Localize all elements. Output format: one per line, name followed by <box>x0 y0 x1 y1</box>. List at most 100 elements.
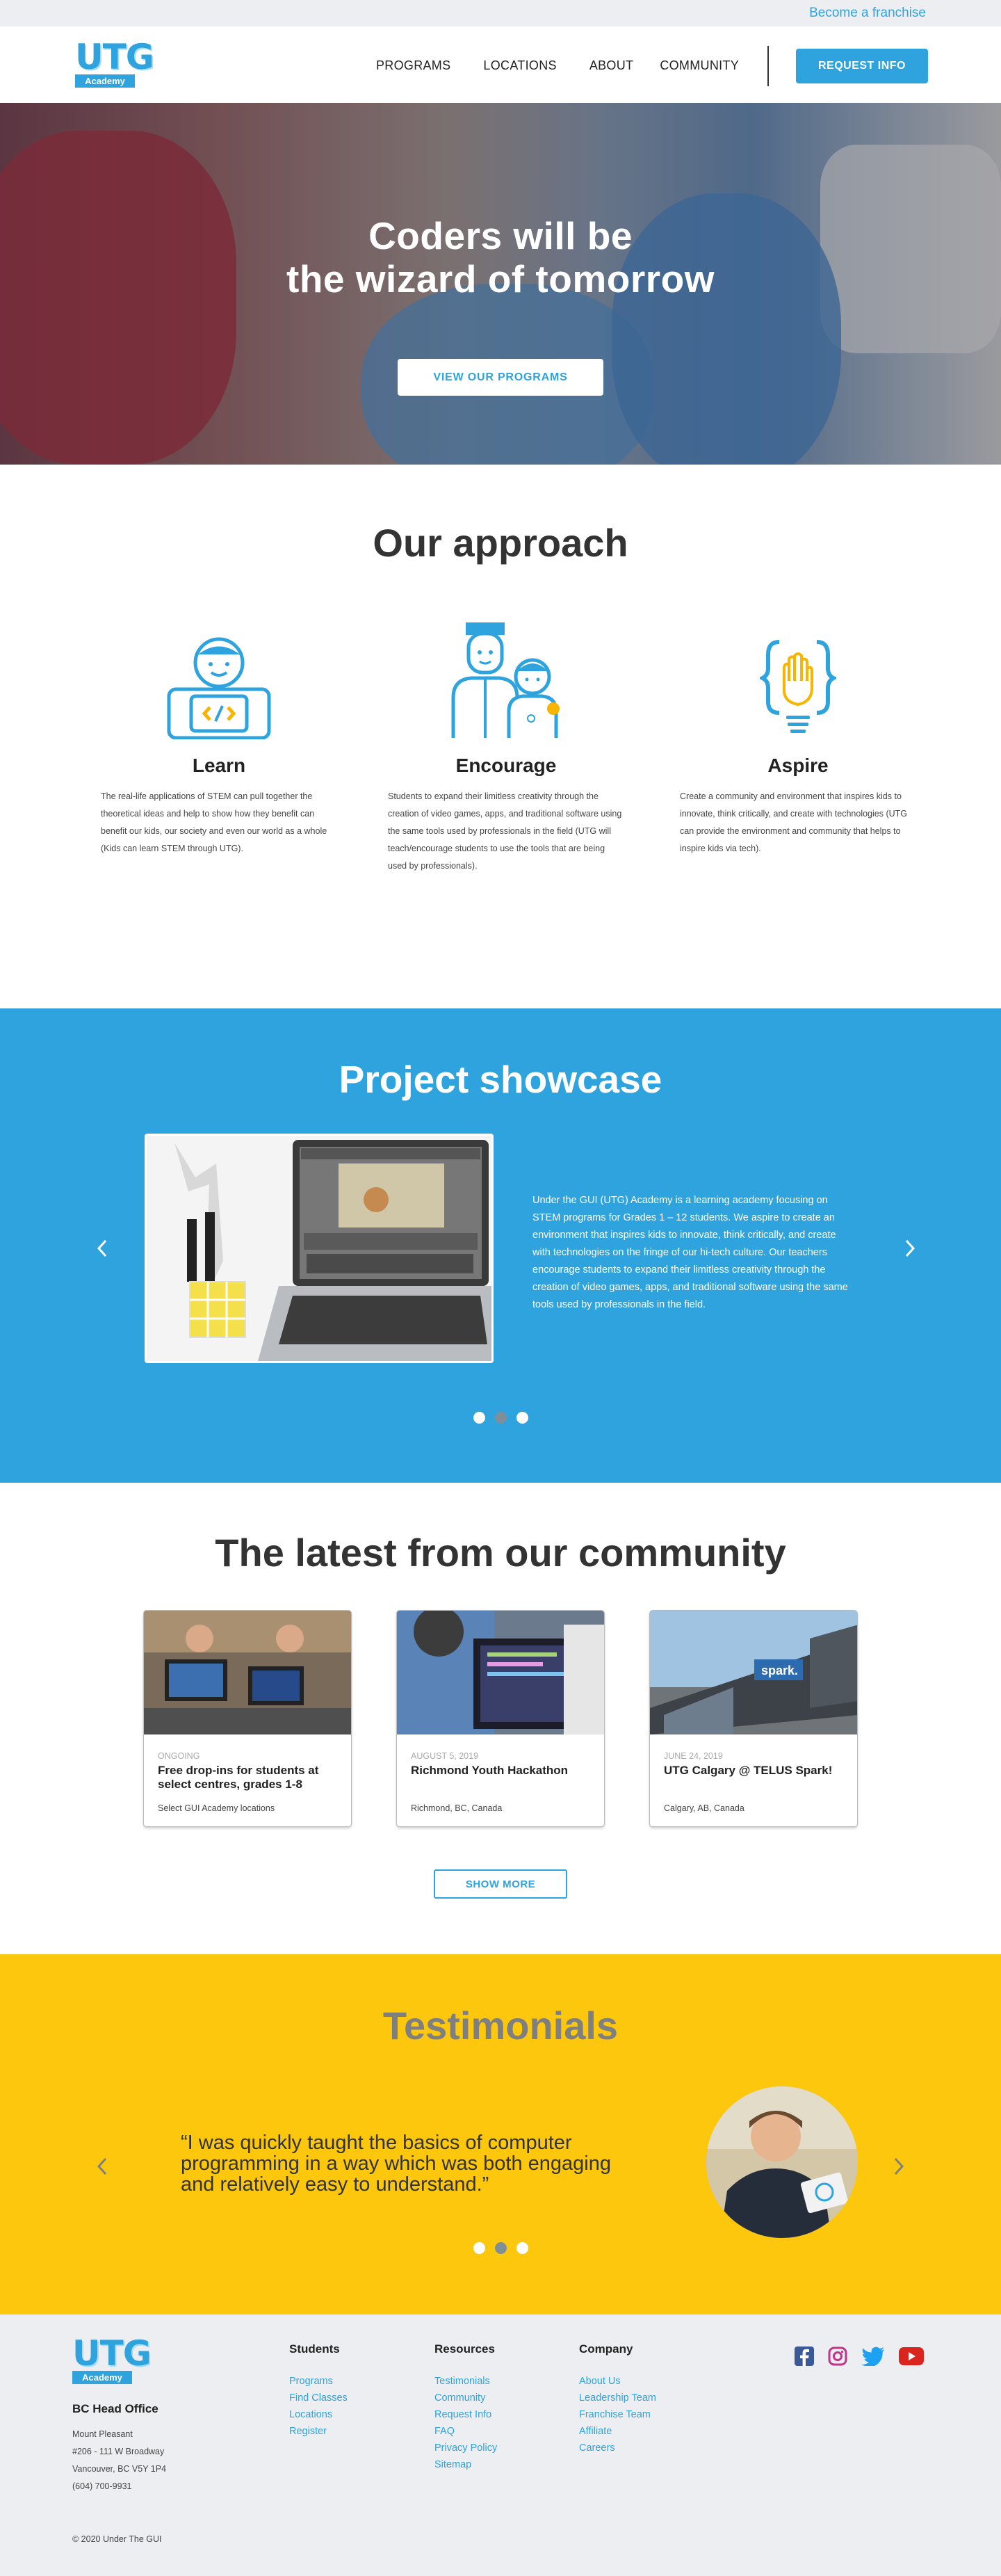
community-card[interactable]: spark. JUNE 24, 2019 UTG Calgary @ TELUS… <box>649 1610 858 1827</box>
footer-link-sitemap[interactable]: Sitemap <box>434 2456 497 2473</box>
footer-link-affiliate[interactable]: Affiliate <box>579 2423 656 2440</box>
card-meta: ONGOING <box>158 1751 200 1761</box>
office-title: BC Head Office <box>72 2402 158 2415</box>
approach-section: Our approach Learn The real-life applica… <box>0 465 1001 1008</box>
project-showcase-section: Project showcase Under the GUI (UTG) Aca… <box>0 1008 1001 1483</box>
nav-community[interactable]: COMMUNITY <box>660 58 739 73</box>
main-nav: PROGRAMS LOCATIONS ABOUT COMMUNITY <box>376 58 772 73</box>
footer-col-resources: Resources Testimonials Community Request… <box>434 2342 497 2473</box>
showcase-image <box>145 1134 494 1363</box>
office-address: Mount Pleasant #206 - 111 W Broadway Van… <box>72 2429 167 2491</box>
testimonials-title: Testimonials <box>382 2004 619 2047</box>
request-info-button[interactable]: REQUEST INFO <box>796 49 928 83</box>
footer-link-leadership-team[interactable]: Leadership Team <box>579 2390 656 2406</box>
showcase-description: Under the GUI (UTG) Academy is a learnin… <box>532 1195 848 1310</box>
approach-aspire-text: Create a community and environment that … <box>680 791 908 853</box>
testimonials-next-arrow[interactable] <box>888 2156 909 2177</box>
view-programs-button[interactable]: VIEW OUR PROGRAMS <box>398 359 603 396</box>
showcase-next-arrow[interactable] <box>900 1238 920 1259</box>
showcase-dot-3[interactable] <box>516 1412 528 1424</box>
card-image-telus-spark: spark. <box>650 1611 857 1734</box>
testimonials-section: Testimonials “I was quickly taught the b… <box>0 1954 1001 2315</box>
bulb-braces-icon <box>680 621 916 739</box>
hero-title: Coders will be the wizard of tomorrow <box>286 214 715 300</box>
card-location: Select GUI Academy locations <box>158 1803 275 1813</box>
community-section: The latest from our community ONGOING Fr… <box>0 1483 1001 1954</box>
card-meta: AUGUST 5, 2019 <box>411 1751 479 1761</box>
showcase-prev-arrow[interactable] <box>92 1238 113 1259</box>
footer-link-about-us[interactable]: About Us <box>579 2373 656 2390</box>
footer-link-privacy-policy[interactable]: Privacy Policy <box>434 2440 497 2456</box>
logo-text: UTG <box>75 37 154 77</box>
footer-link-testimonials[interactable]: Testimonials <box>434 2373 497 2390</box>
testimonial-dot-1[interactable] <box>473 2242 485 2254</box>
approach-encourage-text: Students to expand their limitless creat… <box>388 791 622 871</box>
approach-aspire-title: Aspire <box>767 755 829 776</box>
footer-link-franchise-team[interactable]: Franchise Team <box>579 2406 656 2423</box>
card-title: Free drop-ins for students at select cen… <box>158 1764 319 1791</box>
approach-aspire: Aspire Create a community and environmen… <box>680 621 916 858</box>
footer-logo[interactable]: UTG Academy <box>72 2333 152 2384</box>
footer-logo-text: UTG <box>72 2333 152 2374</box>
twitter-icon[interactable] <box>861 2346 885 2369</box>
showcase-dot-2[interactable] <box>494 1412 507 1424</box>
footer-link-careers[interactable]: Careers <box>579 2440 656 2456</box>
footer-col-students: Students Programs Find Classes Locations… <box>289 2342 348 2440</box>
facebook-icon[interactable] <box>795 2346 814 2369</box>
svg-text:spark.: spark. <box>761 1664 798 1677</box>
teacher-student-icon <box>388 621 624 739</box>
footer-link-faq[interactable]: FAQ <box>434 2423 497 2440</box>
site-footer: UTG Academy BC Head Office Mount Pleasan… <box>0 2315 1001 2576</box>
nav-programs[interactable]: PROGRAMS <box>376 58 450 73</box>
card-location: Richmond, BC, Canada <box>411 1803 503 1813</box>
footer-col-title: Resources <box>434 2342 495 2356</box>
testimonial-dot-2[interactable] <box>494 2242 507 2254</box>
card-image-classroom <box>144 1611 351 1734</box>
top-bar: Become a franchise <box>0 0 1001 26</box>
approach-learn: Learn The real-life applications of STEM… <box>101 621 337 858</box>
footer-link-request-info[interactable]: Request Info <box>434 2406 497 2423</box>
testimonial-dot-3[interactable] <box>516 2242 528 2254</box>
footer-col-title: Students <box>289 2342 340 2356</box>
approach-encourage-title: Encourage <box>455 755 557 776</box>
become-franchise-link[interactable]: Become a franchise <box>809 6 926 21</box>
testimonials-pagination <box>0 2242 1001 2254</box>
footer-link-community[interactable]: Community <box>434 2390 497 2406</box>
community-title: The latest from our community <box>215 1531 786 1575</box>
instagram-icon[interactable] <box>828 2346 847 2369</box>
copyright-text: © 2020 Under The GUI <box>72 2534 162 2544</box>
approach-encourage: Encourage Students to expand their limit… <box>388 621 624 875</box>
footer-link-programs[interactable]: Programs <box>289 2373 348 2390</box>
showcase-dot-1[interactable] <box>473 1412 485 1424</box>
card-location: Calgary, AB, Canada <box>664 1803 744 1813</box>
footer-link-register[interactable]: Register <box>289 2423 348 2440</box>
footer-link-find-classes[interactable]: Find Classes <box>289 2390 348 2406</box>
site-header: UTG Academy PROGRAMS LOCATIONS ABOUT COM… <box>0 26 1001 103</box>
card-image-hackathon <box>397 1611 604 1734</box>
hero-banner: Coders will be the wizard of tomorrow VI… <box>0 103 1001 465</box>
card-title: UTG Calgary @ TELUS Spark! <box>664 1764 833 1777</box>
card-title: Richmond Youth Hackathon <box>411 1764 569 1777</box>
nav-divider <box>767 46 769 86</box>
show-more-button[interactable]: SHOW MORE <box>434 1869 567 1899</box>
kid-code-icon <box>101 621 337 739</box>
utg-logo[interactable]: UTG Academy <box>75 37 154 88</box>
approach-learn-title: Learn <box>192 755 246 776</box>
showcase-title: Project showcase <box>339 1058 662 1101</box>
social-links <box>795 2346 924 2369</box>
nav-about[interactable]: ABOUT <box>589 58 634 73</box>
footer-col-title: Company <box>579 2342 633 2356</box>
community-card[interactable]: ONGOING Free drop-ins for students at se… <box>143 1610 352 1827</box>
approach-learn-text: The real-life applications of STEM can p… <box>101 791 327 853</box>
card-meta: JUNE 24, 2019 <box>664 1751 723 1761</box>
testimonials-prev-arrow[interactable] <box>92 2156 113 2177</box>
youtube-icon[interactable] <box>899 2347 924 2369</box>
nav-locations[interactable]: LOCATIONS <box>483 58 556 73</box>
footer-link-locations[interactable]: Locations <box>289 2406 348 2423</box>
showcase-pagination <box>0 1412 1001 1424</box>
testimonial-quote: “I was quickly taught the basics of comp… <box>181 2132 612 2196</box>
approach-title: Our approach <box>373 521 628 565</box>
footer-col-company: Company About Us Leadership Team Franchi… <box>579 2342 656 2456</box>
testimonial-portrait <box>706 2086 858 2238</box>
community-card[interactable]: AUGUST 5, 2019 Richmond Youth Hackathon … <box>396 1610 605 1827</box>
